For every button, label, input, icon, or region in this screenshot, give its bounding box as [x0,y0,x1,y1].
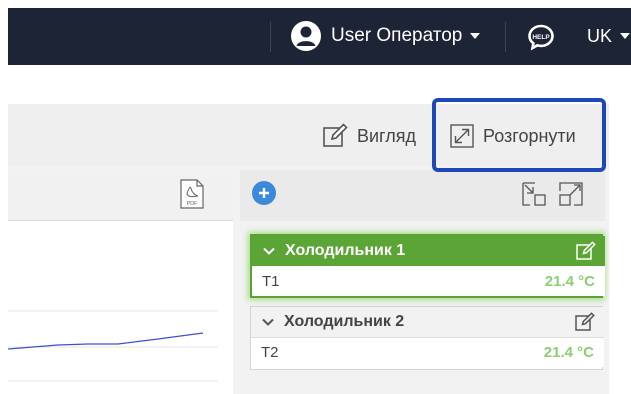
pdf-icon-label: PDF [187,201,199,207]
pdf-export-icon[interactable]: PDF [180,179,204,209]
view-button-label: Вигляд [357,125,416,146]
sensor-row: T2 21.4 °C [251,337,604,367]
chevron-down-icon [470,33,481,39]
add-icon[interactable] [252,181,276,205]
fridge-list-panel: Холодильник 1 T1 21.4 °C Холодильник 2 T… [240,170,605,394]
temperature-chart [8,310,218,382]
language-label: UK [587,25,613,46]
top-navigation-bar: User Оператор HELP UK [8,8,631,65]
edit-icon[interactable] [574,311,596,333]
sensor-row: T1 21.4 °C [252,266,605,296]
temperature-chart-card: PDF [8,170,233,394]
edit-icon[interactable] [575,240,597,262]
expand-button-highlight [432,98,606,172]
fridge-name: Холодильник 1 [285,242,406,259]
fridge-card-header[interactable]: Холодильник 2 [251,307,604,337]
chart-card-header: PDF [8,170,233,221]
fridge-card-1[interactable]: Холодильник 1 T1 21.4 °C [250,234,605,298]
language-selector[interactable]: UK [587,21,631,51]
sensor-name: T1 [262,272,280,290]
user-menu[interactable]: User Оператор [291,21,481,51]
chevron-down-icon [263,247,275,255]
help-icon[interactable]: HELP [526,22,556,52]
fridge-card-2[interactable]: Холодильник 2 T2 21.4 °C [250,306,604,370]
sensor-name: T2 [261,344,279,361]
chevron-down-icon [620,33,631,39]
fridge-card-header[interactable]: Холодильник 1 [252,236,605,266]
divider [505,22,506,52]
chevron-down-icon [262,318,274,326]
temperature-value: 21.4 °C [544,272,595,290]
collapse-all-icon[interactable] [521,181,547,207]
temperature-value: 21.4 °C [543,344,594,361]
view-button[interactable]: Вигляд [321,121,416,151]
expand-all-icon[interactable] [558,181,584,207]
user-avatar-icon [291,21,321,51]
user-name: User Оператор [331,25,463,46]
divider [270,22,271,52]
fridge-list-toolbar [240,170,605,221]
help-icon-label: HELP [532,34,550,41]
fridge-name: Холодильник 2 [284,313,405,330]
edit-view-icon [323,123,348,147]
